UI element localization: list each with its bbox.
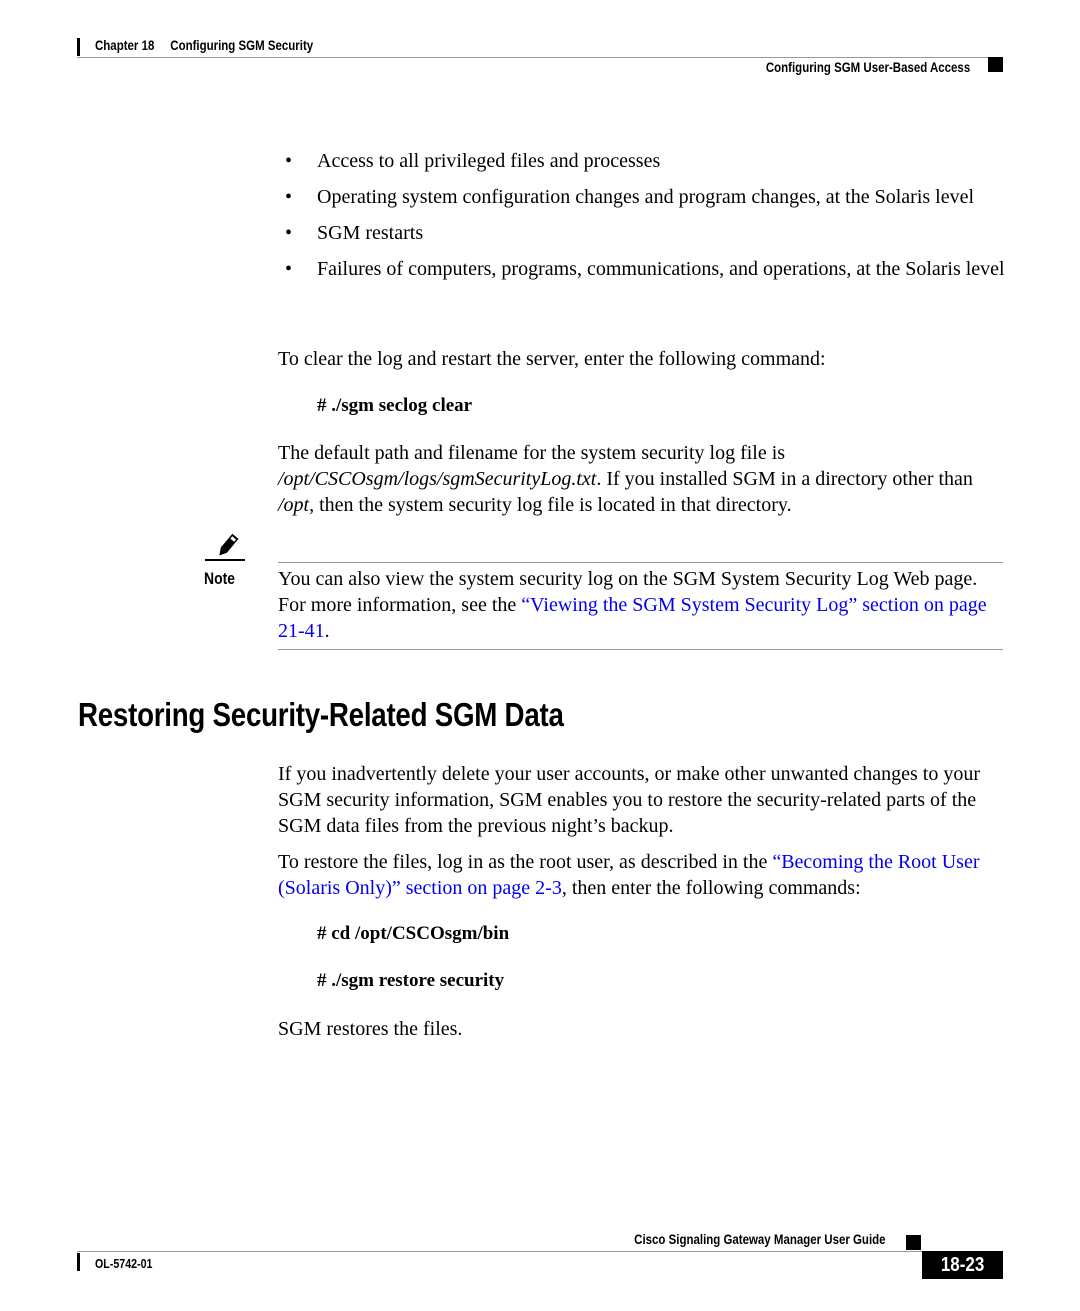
note-bottom-rule xyxy=(278,649,1003,650)
bullet-icon: • xyxy=(285,258,293,280)
list-item: • SGM restarts xyxy=(285,222,424,244)
list-item: • Access to all privileged files and proc… xyxy=(285,150,661,172)
privileged-actions-list: • Access to all privileged files and proc… xyxy=(285,148,1005,292)
restore-instructions-paragraph: To restore the files, log in as the root… xyxy=(278,851,980,899)
footer-marker-box xyxy=(906,1235,921,1250)
footer-guide-title: Cisco Signaling Gateway Manager User Gui… xyxy=(634,1231,886,1247)
pencil-note-icon xyxy=(205,533,245,561)
note-top-rule xyxy=(278,562,1003,563)
chapter-label: Chapter 18 xyxy=(95,37,155,53)
command-seclog-clear: # ./sgm seclog clear xyxy=(317,395,473,416)
footer-left-bar xyxy=(77,1253,80,1271)
document-number: OL-5742-01 xyxy=(95,1256,153,1271)
restore-intro-paragraph: If you inadvertently delete your user ac… xyxy=(278,763,980,837)
command-restore-security: # ./sgm restore security xyxy=(317,970,505,991)
bullet-icon: • xyxy=(285,150,293,172)
header-rule xyxy=(77,57,1003,58)
page-number-badge: 18-23 xyxy=(922,1251,1003,1279)
bullet-icon: • xyxy=(285,222,293,244)
log-file-path: /opt/CSCOsgm/logs/sgmSecurityLog.txt xyxy=(278,468,597,490)
opt-path: /opt xyxy=(278,494,310,516)
section-heading: Restoring Security-Related SGM Data xyxy=(78,696,564,733)
header-marker-box xyxy=(988,57,1003,72)
clear-log-intro: To clear the log and restart the server,… xyxy=(278,348,826,370)
running-header-section: Configuring SGM User-Based Access xyxy=(765,59,970,75)
list-item: • Failures of computers, programs, commun… xyxy=(285,258,1005,280)
default-path-paragraph: The default path and filename for the sy… xyxy=(278,442,973,516)
command-cd-bin: # cd /opt/CSCOsgm/bin xyxy=(317,923,510,944)
list-item: • Operating system configuration changes … xyxy=(285,186,975,208)
footer-rule xyxy=(77,1251,1003,1252)
restore-result: SGM restores the files. xyxy=(278,1018,463,1040)
running-header-chapter: Chapter 18 Configuring SGM Security xyxy=(95,37,313,53)
bullet-icon: • xyxy=(285,186,293,208)
note-label: Note xyxy=(204,569,235,588)
header-left-bar xyxy=(77,38,80,56)
chapter-title: Configuring SGM Security xyxy=(170,37,314,53)
note-text: You can also view the system security lo… xyxy=(278,568,987,642)
page-number: 18-23 xyxy=(940,1253,985,1276)
